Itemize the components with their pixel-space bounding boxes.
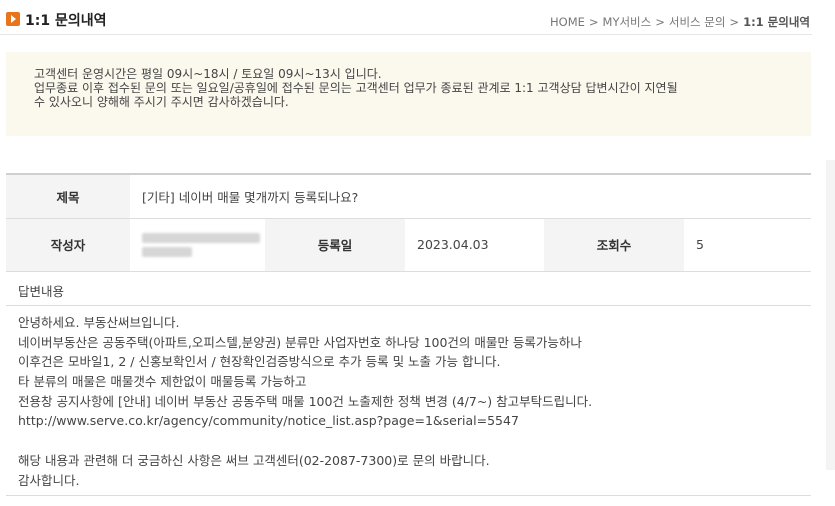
- answer-body: 안녕하세요. 부동산써브입니다. 네이버부동산은 공동주택(아파트,오피스텔,분…: [18, 313, 808, 490]
- breadcrumb-separator: >: [655, 15, 665, 29]
- breadcrumb-separator: >: [588, 15, 599, 29]
- breadcrumb-my-service[interactable]: MY서비스: [603, 15, 652, 29]
- answer-link[interactable]: http://www.serve.co.kr/agency/community/…: [18, 411, 808, 431]
- answer-label: 답변내용: [18, 284, 65, 299]
- page-header: 1:1 문의내역 HOME > MY서비스 > 서비스 문의 >1:1 문의내역: [0, 0, 812, 35]
- page-title: 1:1 문의내역: [25, 13, 107, 29]
- answer-line: 감사합니다.: [18, 472, 80, 488]
- author-redacted: [142, 229, 260, 261]
- answer-line: 타 분류의 매물은 매물갯수 제한없이 매물등록 가능하고: [18, 374, 307, 390]
- breadcrumb-separator: >: [729, 15, 740, 29]
- answer-line: 전용창 공지사항에 [안내] 네이버 부동산 공동주택 매물 100건 노출제한…: [18, 393, 593, 409]
- answer-header: 답변내용: [6, 272, 811, 306]
- meta-row: 작성자 등록일 2023.04.03 조회수 5: [6, 218, 811, 271]
- subject-label: 제목: [6, 174, 130, 218]
- views-value: 5: [696, 237, 704, 252]
- answer-line: [18, 431, 808, 451]
- notice-line: 업무종료 이후 접수된 문의 또는 일요일/공휴일에 접수된 문의는 고객센터 …: [34, 81, 678, 95]
- answer-line: 네이버부동산은 공동주택(아파트,오피스텔,분양권) 분류만 사업자번호 하나당…: [18, 334, 582, 350]
- answer-line: 이후건은 모바일1, 2 / 신홍보확인서 / 현장확인검증방식으로 추가 등록…: [18, 354, 501, 370]
- breadcrumb-service-inquiry[interactable]: 서비스 문의: [669, 15, 726, 29]
- bottom-divider: [6, 495, 811, 496]
- answer-line: 안녕하세요. 부동산써브입니다.: [18, 315, 180, 330]
- author-label: 작성자: [6, 218, 130, 271]
- date-value: 2023.04.03: [417, 237, 489, 252]
- breadcrumb-current: 1:1 문의내역: [743, 15, 810, 29]
- side-scroll-area: [826, 160, 835, 470]
- inquiry-info-table: 제목 [기타] 네이버 매물 몇개까지 등록되나요? 작성자 등록일 2023.…: [6, 173, 811, 272]
- subject-row: 제목 [기타] 네이버 매물 몇개까지 등록되나요?: [6, 174, 811, 218]
- operating-hours-notice: 고객센터 운영시간은 평일 09시~18시 / 토요일 09시~13시 입니다.…: [6, 52, 811, 136]
- notice-line: 수 있사오니 양해해 주시기 주시면 감사하겠습니다.: [34, 95, 289, 109]
- notice-line: 고객센터 운영시간은 평일 09시~18시 / 토요일 09시~13시 입니다.: [34, 67, 382, 81]
- answer-line: 해당 내용과 관련해 더 궁금하신 사항은 써브 고객센터(02-2087-73…: [18, 452, 490, 468]
- breadcrumb-home[interactable]: HOME: [550, 15, 585, 29]
- author-value: [130, 218, 265, 271]
- date-label: 등록일: [265, 218, 405, 271]
- play-bullet-icon: [6, 12, 20, 26]
- views-label: 조회수: [544, 218, 684, 271]
- subject-value: [기타] 네이버 매물 몇개까지 등록되나요?: [142, 189, 359, 205]
- breadcrumb: HOME > MY서비스 > 서비스 문의 >1:1 문의내역: [550, 14, 810, 30]
